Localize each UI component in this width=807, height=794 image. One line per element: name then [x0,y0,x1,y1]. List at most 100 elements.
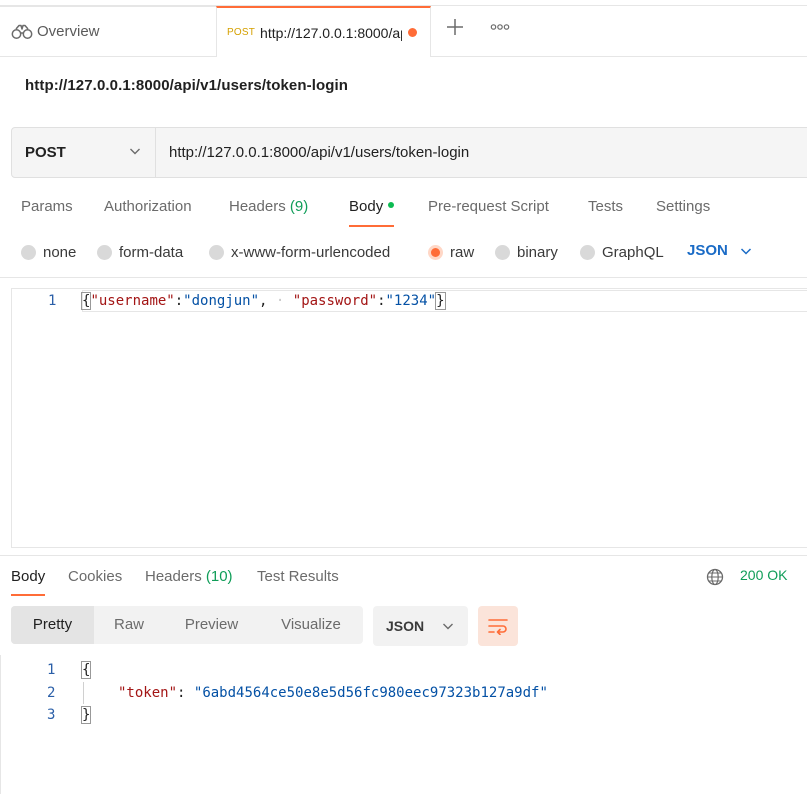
request-body-code[interactable]: {"username":"dongjun", · "password":"123… [80,292,446,310]
json-brace: } [80,706,92,724]
chevron-down-icon [740,247,751,255]
url-input[interactable]: http://127.0.0.1:8000/api/v1/users/token… [156,128,807,177]
response-format-select[interactable]: JSON [373,606,468,646]
tab-headers[interactable]: Headers (9) [229,198,308,215]
response-format-value: JSON [386,618,425,634]
response-code-line: } [80,706,92,724]
view-pretty-button[interactable]: Pretty [11,606,94,644]
radio-form-data[interactable]: form-data [97,244,183,261]
view-raw-button[interactable]: Raw [94,606,164,644]
tab-overview-label: Overview [37,23,100,40]
chevron-down-icon [443,623,454,630]
indent-guide [83,682,84,704]
tab-prerequest-label: Pre-request Script [428,198,549,215]
radio-raw-label: raw [450,244,475,261]
radio-binary[interactable]: binary [495,244,558,261]
globe-icon[interactable] [706,568,724,586]
plus-icon[interactable] [444,18,466,40]
response-code-line: { [80,661,92,679]
tab-url-label: http://127.0.0.1:8000/api/v1/users/token… [260,24,402,41]
tab-body-label: Body [349,198,384,215]
method-select[interactable]: POST [12,128,156,177]
response-view-mode: Pretty Raw Preview Visualize [11,606,363,644]
whitespace-marker: · [267,293,293,309]
json-key: "password" [292,293,378,309]
response-tab-cookies-label: Cookies [68,568,123,585]
response-body-viewer[interactable] [0,655,807,794]
request-title[interactable]: http://127.0.0.1:8000/api/v1/users/token… [25,77,348,94]
response-tab-body[interactable]: Body [11,568,46,596]
json-colon: : [377,293,386,309]
radio-none[interactable]: none [21,244,76,261]
response-tab-body-label: Body [11,568,46,585]
radio-raw[interactable]: raw [428,244,474,261]
tab-bar: Overview POST http://127.0.0.1:8000/api/… [0,0,807,57]
tab-authorization-label: Authorization [104,198,192,215]
chevron-down-icon [130,148,140,155]
json-value: "1234" [385,293,437,309]
response-tab-test-results[interactable]: Test Results [257,568,339,585]
tab-settings-label: Settings [656,198,711,215]
radio-form-data-label: form-data [119,244,184,261]
tab-tests-label: Tests [588,198,624,215]
response-tab-test-results-label: Test Results [257,568,339,585]
token-value: "6abd4564ce50e8e5d56fc980eec97323b127a9d… [193,685,548,701]
json-key: "token" [118,685,178,701]
tab-method-label: POST [227,27,256,38]
response-headers-count: (10) [205,568,233,585]
tab-settings[interactable]: Settings [656,198,710,215]
response-tabs: Body Cookies Headers (10) Test Results [0,560,807,600]
tab-headers-label: Headers [229,198,286,215]
url-bar: POST http://127.0.0.1:8000/api/v1/users/… [11,127,807,178]
radio-binary-dot [495,245,510,260]
line-number: 2 [47,685,56,701]
body-type-options: none form-data x-www-form-urlencoded raw… [0,236,807,276]
request-body-editor[interactable] [11,288,807,548]
response-code-line: "token": "6abd4564ce50e8e5d56fc980eec973… [118,685,548,701]
tab-request-active[interactable]: POST http://127.0.0.1:8000/api/v1/users/… [216,6,431,57]
body-language-value: JSON [687,242,728,259]
line-number: 1 [47,662,56,678]
line-number: 1 [48,293,57,309]
tab-overview[interactable]: Overview [0,6,216,56]
body-language-select[interactable]: JSON [687,242,752,259]
unsaved-dot-icon [408,28,418,37]
json-key: "username" [90,293,175,309]
tab-headers-count: (9) [289,198,309,215]
radio-form-data-dot [97,245,112,260]
radio-graphql[interactable]: GraphQL [580,244,664,261]
radio-urlencoded-dot [209,245,224,260]
radio-graphql-dot [580,245,595,260]
radio-urlencoded-label: x-www-form-urlencoded [231,244,391,261]
tab-params-label: Params [21,198,73,215]
json-value: "dongjun" [183,293,260,309]
more-icon[interactable] [490,22,512,36]
wrap-lines-icon [488,619,508,635]
radio-urlencoded[interactable]: x-www-form-urlencoded [209,244,390,261]
view-preview-button[interactable]: Preview [164,606,259,644]
method-value: POST [25,144,66,161]
request-tabs: Params Authorization Headers (9) Body Pr… [0,186,807,228]
json-brace: { [80,661,92,679]
tab-params[interactable]: Params [21,198,73,215]
response-tab-cookies[interactable]: Cookies [68,568,122,585]
view-visualize-button[interactable]: Visualize [259,606,363,644]
tab-prerequest-script[interactable]: Pre-request Script [428,198,549,215]
line-number: 3 [47,707,56,723]
radio-raw-dot [428,245,443,260]
body-modified-dot-icon [388,202,395,209]
response-tab-headers-label: Headers [145,568,202,585]
response-tab-headers[interactable]: Headers (10) [145,568,233,585]
status-badge[interactable]: 200 OK [740,567,787,583]
radio-none-dot [21,245,36,260]
tab-tests[interactable]: Tests [588,198,623,215]
radio-none-label: none [43,244,77,261]
response-divider[interactable] [0,555,807,556]
tab-body[interactable]: Body [349,198,395,227]
radio-graphql-label: GraphQL [602,244,664,261]
wrap-lines-button[interactable] [478,606,518,646]
divider [0,277,807,278]
tab-authorization[interactable]: Authorization [104,198,192,215]
json-colon: : [177,685,186,701]
json-colon: : [174,293,184,309]
